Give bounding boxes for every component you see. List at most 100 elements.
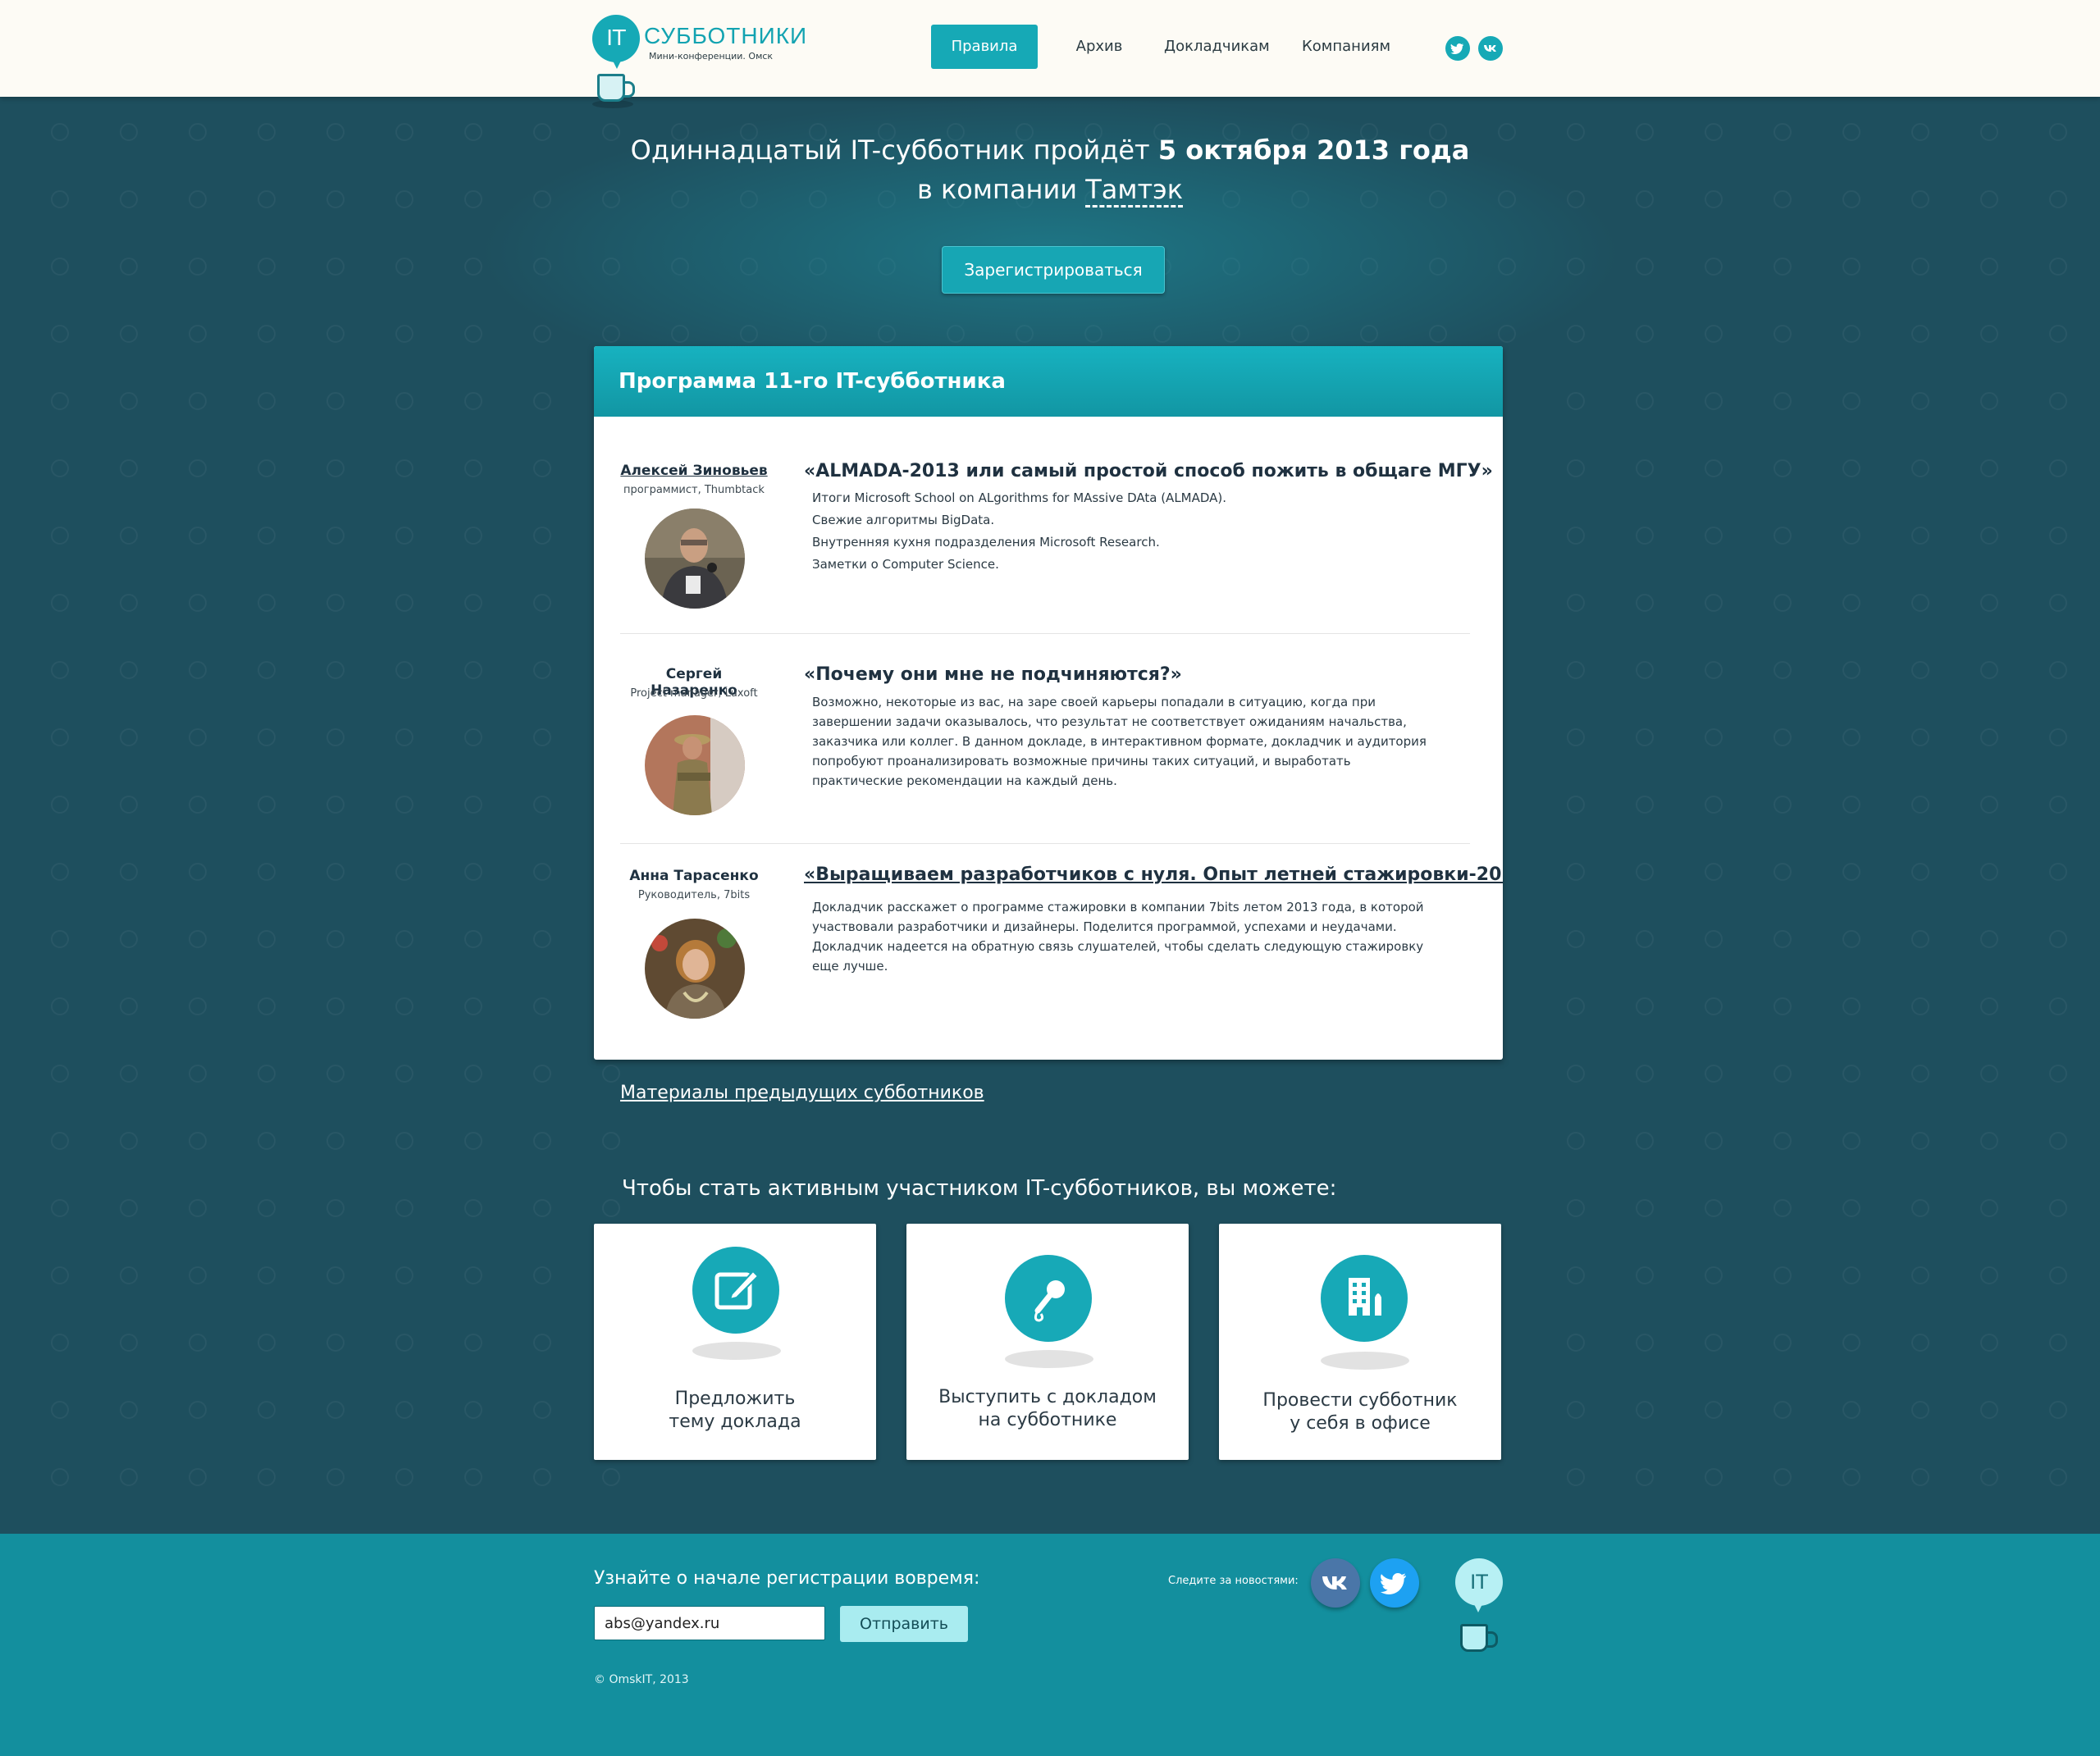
pattern-dot (1567, 997, 1585, 1015)
pattern-dot (2049, 594, 2067, 612)
pattern-dot (2049, 325, 2067, 343)
pattern-dot (533, 1065, 551, 1083)
pattern-dot (189, 1065, 207, 1083)
nav-item-companies[interactable]: Компаниям (1302, 25, 1390, 69)
nav-item-rules[interactable]: Правила (931, 25, 1038, 69)
pattern-dot (120, 258, 138, 276)
pattern-dot (51, 1065, 69, 1083)
twitter-icon[interactable] (1370, 1558, 1419, 1608)
register-button[interactable]: Зарегистрироваться (942, 246, 1165, 294)
nav-item-speakers[interactable]: Докладчикам (1164, 25, 1270, 69)
send-button[interactable]: Отправить (840, 1606, 968, 1642)
twitter-icon[interactable] (1445, 36, 1470, 61)
talk-title-link[interactable]: «Выращиваем разработчиков с нуля. Опыт л… (804, 864, 1503, 885)
edit-icon (692, 1247, 779, 1334)
pattern-dot (1980, 1401, 1998, 1419)
pattern-dot (1980, 459, 1998, 477)
pattern-dot (1911, 459, 1929, 477)
action-card-label: Предложить тему доклада (594, 1388, 876, 1434)
pattern-dot (1911, 930, 1929, 948)
pattern-dot (533, 1132, 551, 1150)
pattern-dot (1705, 661, 1723, 679)
pattern-dot (533, 459, 551, 477)
email-field[interactable] (594, 1606, 825, 1640)
speaker-role: Руководитель, 7bits (637, 889, 751, 901)
pattern-dot (395, 325, 413, 343)
pattern-dot (51, 1266, 69, 1284)
pattern-dot (533, 661, 551, 679)
site-logo[interactable]: IT СУББОТНИКИ Мини-конференции. Омск (592, 15, 806, 113)
action-card-label: Выступить с докладом на субботнике (906, 1386, 1189, 1432)
pattern-dot (464, 863, 482, 881)
action-card-label-line: Выступить с докладом (938, 1387, 1157, 1407)
vk-icon[interactable] (1478, 36, 1503, 61)
talk-title: «Почему они мне не подчиняются?» (804, 664, 1182, 685)
pattern-dot (1911, 1334, 1929, 1352)
subscribe-title: Узнайте о начале регистрации вовремя: (594, 1568, 980, 1589)
pattern-dot (602, 1199, 620, 1217)
pattern-dot (1842, 1132, 1860, 1150)
follow-text: Следите за новостями: (1168, 1575, 1299, 1587)
talk-item: Алексей Зиновьев программист, Thumbtack … (620, 417, 1493, 613)
action-card-label: Провести субботник у себя в офисе (1219, 1389, 1501, 1435)
pattern-dot (1842, 1065, 1860, 1083)
pattern-dot (1980, 863, 1998, 881)
pattern-dot (51, 863, 69, 881)
pattern-dot (189, 1468, 207, 1486)
pattern-dot (1842, 258, 1860, 276)
pattern-dot (2049, 459, 2067, 477)
pattern-dot (1842, 997, 1860, 1015)
vk-icon[interactable] (1311, 1558, 1360, 1608)
pattern-dot (1980, 661, 1998, 679)
logo-title: СУББОТНИКИ (644, 23, 808, 48)
hero-host-company-link[interactable]: Тамтэк (1085, 174, 1184, 208)
hero-headline-prefix: Одиннадцатый IT-субботник пройдёт (630, 135, 1158, 166)
pattern-dot (2049, 258, 2067, 276)
pattern-dot (258, 1132, 276, 1150)
pattern-dot (1705, 997, 1723, 1015)
footer-logo-mark: IT (1470, 1571, 1488, 1594)
pattern-dot (395, 1065, 413, 1083)
talk-description: Итоги Microsoft School on ALgorithms for… (812, 487, 1436, 576)
pattern-dot (395, 459, 413, 477)
pattern-dot (51, 594, 69, 612)
hero-event-date: 5 октября 2013 года (1157, 135, 1470, 166)
pattern-dot (189, 997, 207, 1015)
action-card-label-line: Предложить (674, 1389, 796, 1409)
pattern-dot (395, 796, 413, 814)
pattern-dot (1911, 1199, 1929, 1217)
pattern-dot (51, 661, 69, 679)
pattern-dot (464, 997, 482, 1015)
nav-item-archive[interactable]: Архив (1071, 25, 1128, 69)
pattern-dot (189, 863, 207, 881)
pattern-dot (326, 325, 345, 343)
pattern-dot (1567, 930, 1585, 948)
host-at-office-card[interactable]: Провести субботник у себя в офисе (1219, 1224, 1501, 1460)
pattern-dot (258, 796, 276, 814)
pattern-dot (51, 258, 69, 276)
footer-logo: IT (1455, 1558, 1504, 1665)
pattern-dot (120, 863, 138, 881)
pattern-dot (464, 1199, 482, 1217)
pattern-dot (1705, 258, 1723, 276)
pattern-dot (1911, 325, 1929, 343)
pattern-dot (395, 863, 413, 881)
pattern-dot (1911, 661, 1929, 679)
give-talk-card[interactable]: Выступить с докладом на субботнике (906, 1224, 1189, 1460)
pattern-dot (1636, 796, 1654, 814)
pattern-dot (1911, 1468, 1929, 1486)
pattern-dot (1567, 796, 1585, 814)
footer-speech-bubble-icon: IT (1455, 1558, 1503, 1612)
pattern-dot (464, 527, 482, 545)
pattern-dot (395, 728, 413, 746)
speaker-name-link[interactable]: Алексей Зиновьев (620, 463, 768, 479)
materials-link[interactable]: Материалы предыдущих субботников (620, 1083, 984, 1103)
pattern-dot (120, 527, 138, 545)
pattern-dot (1774, 997, 1792, 1015)
pattern-dot (2049, 930, 2067, 948)
suggest-topic-card[interactable]: Предложить тему доклада (594, 1224, 876, 1460)
pattern-dot (258, 728, 276, 746)
talk-description-line: Заметки о Computer Science. (812, 557, 999, 572)
participate-title: Чтобы стать активным участником IT-суббо… (622, 1176, 1337, 1201)
pattern-dot (1636, 1065, 1654, 1083)
